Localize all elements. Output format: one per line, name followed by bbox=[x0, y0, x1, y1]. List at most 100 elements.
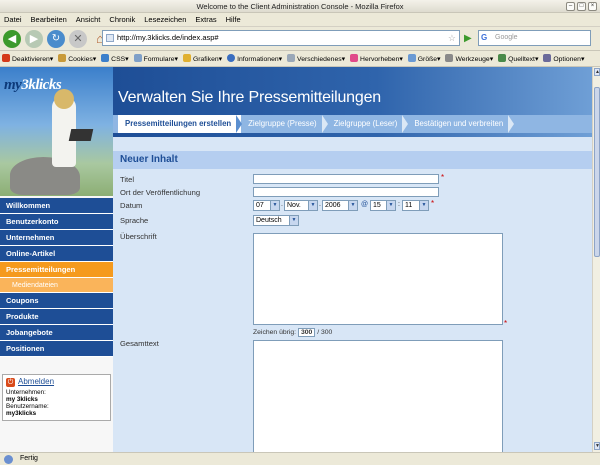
window-controls: – □ × bbox=[566, 2, 597, 11]
page-header: Verwalten Sie Ihre Pressemitteilungen Pr… bbox=[113, 67, 592, 137]
counter-max: / 300 bbox=[317, 329, 333, 336]
scroll-thumb[interactable] bbox=[594, 87, 600, 257]
tb-formulare[interactable]: Formulare▾ bbox=[133, 54, 178, 63]
cookie-icon bbox=[58, 54, 67, 62]
chevron-down-icon: ▼ bbox=[308, 201, 317, 210]
hour-select[interactable]: 15 ▼ bbox=[370, 200, 396, 211]
chevron-down-icon: ▼ bbox=[419, 201, 428, 210]
chevron-down-icon: ▼ bbox=[289, 216, 298, 225]
required-marker: * bbox=[504, 319, 508, 328]
sidebar: my3klicks Willkommen Benutzerkonto Unter… bbox=[0, 67, 113, 452]
sidebar-item-jobangebote[interactable]: Jobangebote bbox=[0, 325, 113, 341]
sidebar-item-benutzerkonto[interactable]: Benutzerkonto bbox=[0, 214, 113, 230]
back-icon[interactable]: ◀ bbox=[3, 29, 21, 48]
header-image: my3klicks bbox=[0, 67, 113, 196]
logout-label[interactable]: Abmelden bbox=[18, 377, 54, 387]
tb-groesse[interactable]: Größe▾ bbox=[407, 54, 440, 63]
forward-icon[interactable]: ▶ bbox=[25, 29, 43, 48]
tb-grafiken[interactable]: Grafiken▾ bbox=[182, 54, 222, 63]
tb-hervorheben[interactable]: Hervorheben▾ bbox=[350, 54, 403, 63]
menu-datei[interactable]: Datei bbox=[4, 15, 22, 24]
sidebar-item-online-artikel[interactable]: Online-Artikel bbox=[0, 246, 113, 262]
day-select[interactable]: 07 ▼ bbox=[253, 200, 280, 211]
user-info-box: ⏻ Abmelden Unternehmen: my 3klicks Benut… bbox=[2, 374, 111, 421]
tb-informationen[interactable]: Informationen▾ bbox=[227, 54, 282, 63]
month-select[interactable]: Nov. ▼ bbox=[284, 200, 318, 211]
url-text: http://my.3klicks.de/index.asp# bbox=[117, 33, 219, 42]
scroll-up-icon[interactable]: ▲ bbox=[594, 68, 600, 76]
status-text: Fertig bbox=[20, 455, 38, 462]
required-marker: * bbox=[431, 199, 435, 208]
char-counter: Zeichen übrig: 300 / 300 bbox=[253, 328, 332, 337]
menu-lesezeichen[interactable]: Lesezeichen bbox=[144, 15, 186, 24]
step-zielgruppe-presse[interactable]: Zielgruppe (Presse) bbox=[241, 115, 329, 133]
navigation-toolbar: ◀ ▶ ↻ ✕ ⌂ http://my.3klicks.de/index.asp… bbox=[0, 27, 600, 51]
tb-optionen[interactable]: Optionen▾ bbox=[543, 54, 584, 63]
sidebar-item-unternehmen[interactable]: Unternehmen bbox=[0, 230, 113, 246]
reload-icon[interactable]: ↻ bbox=[47, 29, 65, 48]
url-input[interactable]: http://my.3klicks.de/index.asp# ☆ bbox=[102, 30, 460, 46]
chevron-down-icon: ▼ bbox=[348, 201, 357, 210]
menu-extras[interactable]: Extras bbox=[195, 15, 216, 24]
minimize-icon[interactable]: – bbox=[566, 2, 575, 11]
menu-hilfe[interactable]: Hilfe bbox=[226, 15, 241, 24]
sidebar-item-positionen[interactable]: Positionen bbox=[0, 341, 113, 357]
tb-cookies[interactable]: Cookies▾ bbox=[58, 54, 96, 63]
search-input[interactable]: G Google bbox=[478, 30, 591, 46]
tb-deaktivieren[interactable]: Deaktivieren▾ bbox=[2, 54, 53, 63]
window-title: Welcome to the Client Administration Con… bbox=[196, 2, 404, 11]
titel-input[interactable] bbox=[253, 174, 439, 184]
bookmark-star-icon[interactable]: ☆ bbox=[448, 31, 456, 45]
username-value: my3klicks bbox=[6, 410, 37, 417]
menu-bearbeiten[interactable]: Bearbeiten bbox=[31, 15, 67, 24]
sidebar-nav: Willkommen Benutzerkonto Unternehmen Onl… bbox=[0, 198, 113, 357]
sidebar-item-coupons[interactable]: Coupons bbox=[0, 293, 113, 309]
tools-icon bbox=[445, 54, 454, 62]
company-value: my 3klicks bbox=[6, 396, 38, 403]
window-titlebar: Welcome to the Client Administration Con… bbox=[0, 0, 600, 13]
status-icon bbox=[4, 455, 13, 464]
step-zielgruppe-leser[interactable]: Zielgruppe (Leser) bbox=[327, 115, 409, 133]
tb-verschiedenes[interactable]: Verschiedenes▾ bbox=[287, 54, 345, 63]
minute-select[interactable]: 11 ▼ bbox=[402, 200, 429, 211]
sidebar-item-produkte[interactable]: Produkte bbox=[0, 309, 113, 325]
tb-css[interactable]: CSS▾ bbox=[101, 54, 129, 63]
menu-bar: Datei Bearbeiten Ansicht Chronik Lesezei… bbox=[0, 13, 600, 27]
menu-ansicht[interactable]: Ansicht bbox=[76, 15, 101, 24]
step-erstellen[interactable]: Pressemitteilungen erstellen bbox=[118, 115, 243, 133]
username-label: Benutzername: bbox=[6, 403, 49, 410]
misc-icon bbox=[287, 54, 296, 62]
logo[interactable]: my3klicks bbox=[4, 77, 62, 94]
tb-werkzeuge[interactable]: Werkzeuge▾ bbox=[445, 54, 493, 63]
scroll-down-icon[interactable]: ▼ bbox=[594, 442, 600, 450]
site-icon bbox=[106, 34, 114, 42]
go-icon[interactable]: ▶ bbox=[464, 33, 472, 44]
year-select[interactable]: 2006 ▼ bbox=[322, 200, 358, 211]
ueberschrift-textarea[interactable] bbox=[253, 233, 503, 325]
menu-chronik[interactable]: Chronik bbox=[109, 15, 135, 24]
info-icon bbox=[227, 54, 236, 62]
page-title: Verwalten Sie Ihre Pressemitteilungen bbox=[118, 89, 381, 106]
label-sprache: Sprache bbox=[120, 216, 149, 225]
page-scrollbar[interactable]: ▲ ▼ bbox=[592, 67, 600, 452]
gesamttext-textarea[interactable] bbox=[253, 340, 503, 452]
sidebar-subitem-mediendateien[interactable]: Mediendateien bbox=[0, 278, 113, 293]
chevron-down-icon: ▼ bbox=[270, 201, 279, 210]
sidebar-item-pressemitteilungen[interactable]: Pressemitteilungen bbox=[0, 262, 113, 278]
status-bar: Fertig bbox=[0, 452, 600, 465]
step-bestaetigen[interactable]: Bestätigen und verbreiten bbox=[407, 115, 515, 133]
google-icon[interactable]: G bbox=[481, 33, 491, 43]
tb-quelltext[interactable]: Quelltext▾ bbox=[498, 54, 538, 63]
laptop-image bbox=[68, 129, 94, 141]
logout-link[interactable]: ⏻ Abmelden bbox=[6, 377, 107, 387]
sidebar-item-willkommen[interactable]: Willkommen bbox=[0, 198, 113, 214]
maximize-icon[interactable]: □ bbox=[577, 2, 586, 11]
ort-input[interactable] bbox=[253, 187, 439, 197]
language-select[interactable]: Deutsch ▼ bbox=[253, 215, 299, 226]
stop-icon[interactable]: ✕ bbox=[69, 29, 87, 48]
close-icon[interactable]: × bbox=[588, 2, 597, 11]
css-icon bbox=[101, 54, 110, 62]
time-separator: : bbox=[398, 201, 400, 208]
form-area: Neuer Inhalt Titel * Ort der Veröffentli… bbox=[113, 137, 592, 452]
source-icon bbox=[498, 54, 507, 62]
